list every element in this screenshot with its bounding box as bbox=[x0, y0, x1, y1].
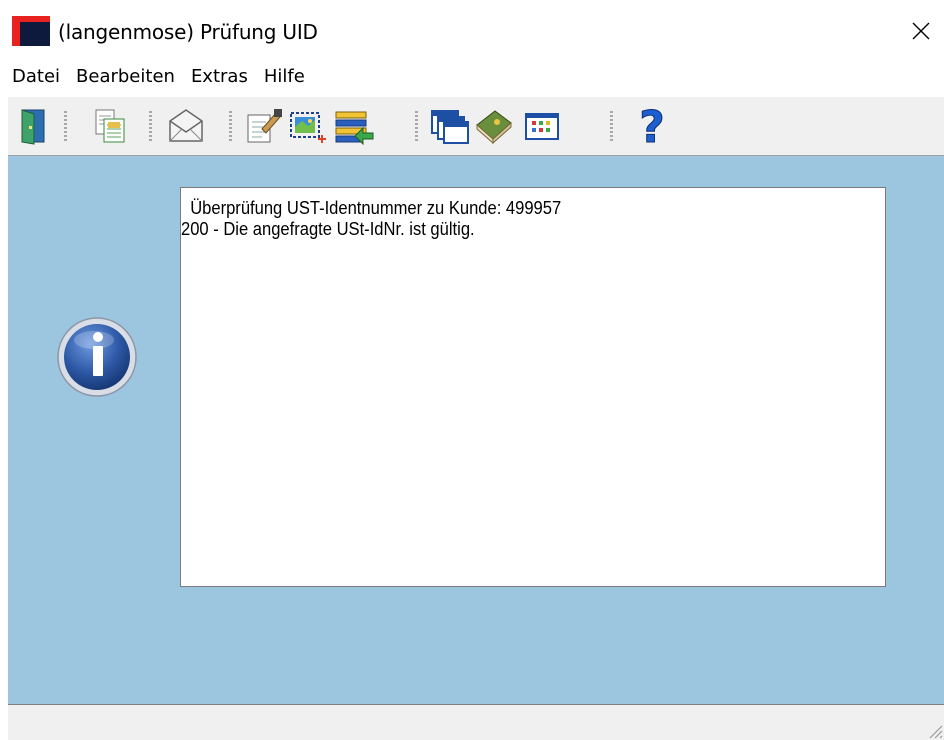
exit-button[interactable] bbox=[12, 103, 56, 149]
table-button[interactable] bbox=[520, 103, 564, 149]
import-list-icon bbox=[335, 111, 374, 145]
menu-bearbeiten[interactable]: Bearbeiten bbox=[68, 62, 183, 94]
grid-table-icon bbox=[525, 113, 559, 140]
edit-document-button[interactable] bbox=[242, 103, 286, 149]
toolbar-separator bbox=[229, 111, 232, 141]
toolbar-separator bbox=[64, 111, 67, 141]
copy-document-button[interactable] bbox=[88, 103, 132, 149]
app-logo-icon bbox=[12, 16, 50, 46]
book-icon bbox=[476, 110, 512, 145]
menu-hilfe[interactable]: Hilfe bbox=[256, 62, 313, 94]
menu-datei[interactable]: Datei bbox=[0, 62, 68, 94]
title-bar: (langenmose) Prüfung UID bbox=[0, 0, 944, 62]
info-icon bbox=[57, 317, 137, 397]
message-line-2: 200 - Die angefragte USt-IdNr. ist gülti… bbox=[181, 219, 475, 239]
svg-text:?: ? bbox=[639, 104, 665, 148]
toolbar: ? bbox=[8, 96, 944, 156]
import-list-button[interactable] bbox=[332, 103, 376, 149]
select-area-icon bbox=[290, 112, 326, 143]
email-envelope-icon bbox=[169, 109, 203, 142]
resize-grip-icon[interactable] bbox=[924, 720, 944, 740]
edit-document-icon bbox=[247, 109, 282, 143]
menu-bar: Datei Bearbeiten Extras Hilfe bbox=[0, 62, 944, 94]
windows-button[interactable] bbox=[428, 103, 472, 149]
toolbar-separator bbox=[415, 111, 418, 141]
message-line-1: Überprüfung UST-Identnummer zu Kunde: 49… bbox=[190, 198, 562, 218]
toolbar-separator bbox=[149, 111, 152, 141]
email-button[interactable] bbox=[164, 103, 208, 149]
toolbar-separator bbox=[610, 111, 613, 141]
help-button[interactable]: ? bbox=[630, 103, 674, 149]
windows-cascade-icon bbox=[431, 110, 469, 144]
message-box: Überprüfung UST-Identnummer zu Kunde: 49… bbox=[180, 187, 886, 587]
copy-document-icon bbox=[95, 109, 125, 143]
status-bar bbox=[8, 704, 944, 740]
close-icon bbox=[912, 22, 930, 40]
select-area-button[interactable] bbox=[286, 103, 330, 149]
help-question-icon: ? bbox=[639, 104, 666, 148]
window-title: (langenmose) Prüfung UID bbox=[58, 20, 318, 44]
window-left-edge bbox=[0, 96, 8, 740]
menu-extras[interactable]: Extras bbox=[183, 62, 256, 94]
close-button[interactable] bbox=[898, 0, 944, 62]
exit-door-icon bbox=[21, 109, 45, 145]
book-button[interactable] bbox=[472, 103, 516, 149]
client-area: Überprüfung UST-Identnummer zu Kunde: 49… bbox=[8, 156, 944, 704]
